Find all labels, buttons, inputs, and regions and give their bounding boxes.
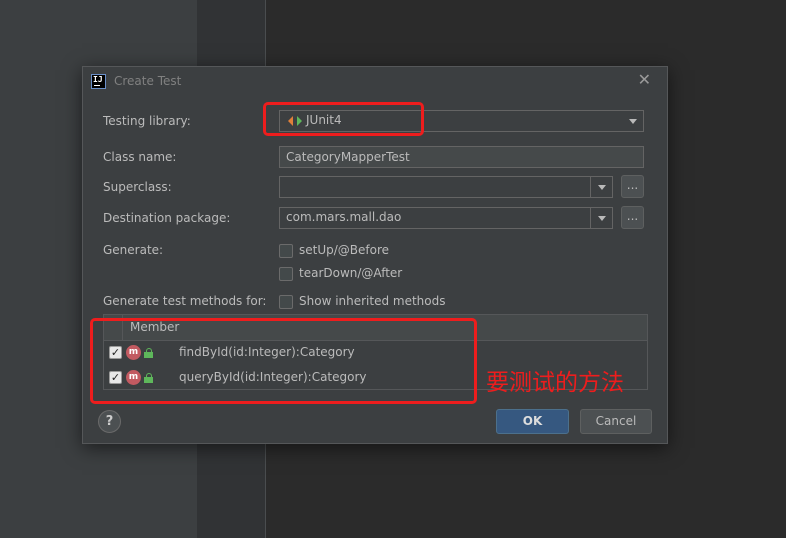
destination-package-dropdown[interactable] [590, 208, 612, 228]
show-inherited-label: Show inherited methods [299, 294, 446, 308]
destination-package-value: com.mars.mall.dao [286, 210, 402, 224]
superclass-combo[interactable] [279, 176, 613, 198]
cancel-button[interactable]: Cancel [580, 409, 652, 434]
superclass-label: Superclass: [103, 180, 172, 194]
teardown-after-label: tearDown/@After [299, 266, 403, 280]
chevron-down-icon [629, 119, 637, 124]
close-icon[interactable]: ✕ [638, 71, 651, 89]
setup-before-label: setUp/@Before [299, 243, 390, 257]
help-icon[interactable]: ? [98, 410, 121, 433]
methods-for-label: Generate test methods for: [103, 294, 267, 308]
dialog-title: Create Test [114, 74, 182, 88]
teardown-after-checkbox[interactable] [279, 267, 293, 281]
dialog-titlebar: IJ Create Test ✕ [83, 67, 667, 95]
destination-package-label: Destination package: [103, 211, 231, 225]
superclass-dropdown[interactable] [590, 177, 612, 197]
destination-package-combo[interactable]: com.mars.mall.dao [279, 207, 613, 229]
superclass-browse-button[interactable]: ... [621, 175, 644, 198]
class-name-label: Class name: [103, 150, 177, 164]
app-icon: IJ [91, 74, 106, 89]
chevron-down-icon [598, 185, 606, 190]
class-name-input[interactable]: CategoryMapperTest [279, 146, 644, 168]
chevron-down-icon [598, 216, 606, 221]
testing-library-label: Testing library: [103, 114, 191, 128]
setup-before-checkbox[interactable] [279, 244, 293, 258]
annotation-box-methods [90, 318, 477, 404]
show-inherited-checkbox[interactable] [279, 295, 293, 309]
generate-label: Generate: [103, 243, 164, 257]
ok-button[interactable]: OK [496, 409, 569, 434]
annotation-text: 要测试的方法 [486, 370, 624, 396]
annotation-box-testing-library [263, 102, 424, 136]
destination-package-browse-button[interactable]: ... [621, 206, 644, 229]
